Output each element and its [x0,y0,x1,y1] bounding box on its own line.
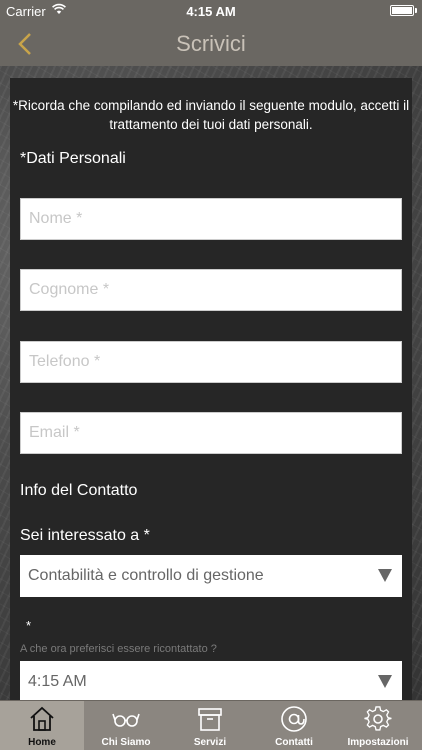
tab-label: Contatti [275,737,313,748]
tab-label: Impostazioni [347,737,409,748]
tab-label: Servizi [193,737,227,748]
contact-info-heading: Info del Contatto [20,482,138,499]
interest-value: Contabilità e controllo di gestione [28,567,264,584]
surname-field[interactable] [20,269,402,311]
battery-tip [415,8,417,13]
tab-impostazioni[interactable]: Impostazioni [336,701,420,750]
box-icon [198,708,222,731]
tab-home[interactable]: Home [0,701,84,750]
gear-icon [364,706,392,731]
tab-servizi[interactable]: Servizi [168,701,252,750]
tab-label: Chi Siamo [101,737,151,748]
privacy-notice: *Ricorda che compilando ed inviando il s… [12,98,410,132]
callback-time-label: A che ora preferisci essere ricontattato… [20,643,217,655]
page-title: Scrivici [176,31,246,56]
navigation-bar: Scrivici [0,22,422,66]
phone-field[interactable] [20,341,402,383]
tab-contatti[interactable]: Contatti [252,701,336,750]
interest-select[interactable]: Contabilità e controllo di gestione [20,555,402,597]
home-icon [30,706,54,731]
dropdown-arrow-icon [378,675,392,688]
personal-data-heading: *Dati Personali [20,150,126,167]
at-sign-icon [281,706,307,732]
status-time: 4:15 AM [186,4,236,19]
name-field[interactable] [20,198,402,240]
tab-label: Home [28,737,56,748]
callback-time-value: 4:15 AM [28,673,87,690]
dropdown-arrow-icon [378,569,392,582]
interest-label: Sei interessato a * [20,527,150,544]
glasses-icon [112,713,140,727]
status-bar: Carrier 4:15 AM [0,0,422,22]
battery-icon [390,5,414,16]
time-required-star: * [26,618,32,633]
form-panel: *Ricorda che compilando ed inviando il s… [10,78,412,706]
tab-bar: Home Chi Siamo Servizi Contatti Impostaz… [0,700,422,750]
email-field[interactable] [20,412,402,454]
tab-chi-siamo[interactable]: Chi Siamo [84,701,168,750]
callback-time-select[interactable]: 4:15 AM [20,661,402,703]
